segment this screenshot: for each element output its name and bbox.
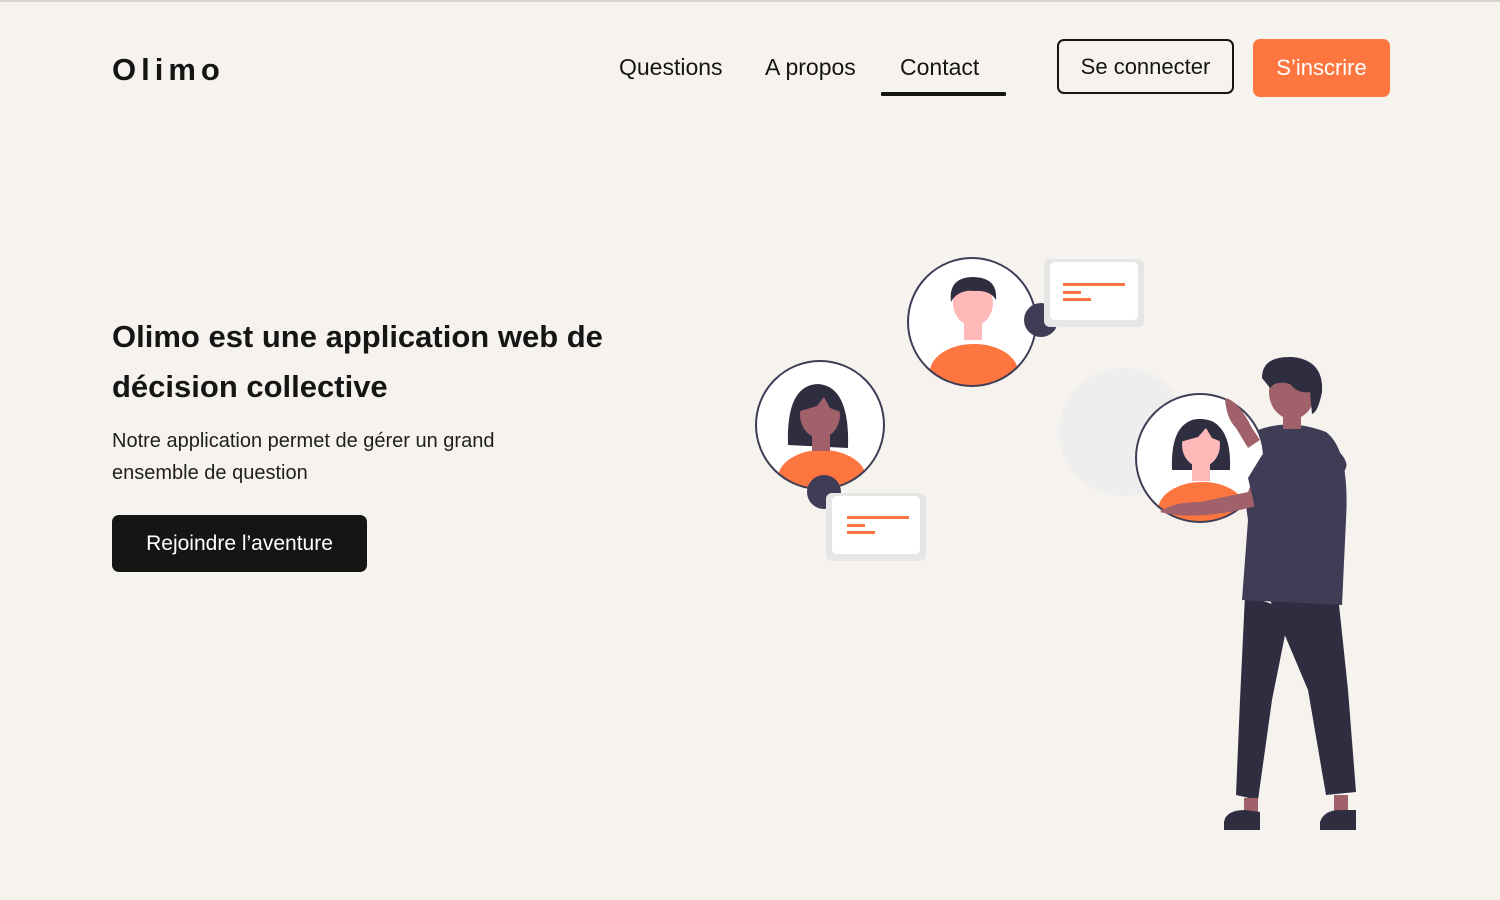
- people-collaboration-illustration: [755, 257, 1356, 830]
- join-adventure-button[interactable]: Rejoindre l’aventure: [112, 515, 367, 572]
- login-button[interactable]: Se connecter: [1057, 39, 1234, 94]
- top-border: [0, 0, 1500, 2]
- nav-link-contact[interactable]: Contact: [900, 54, 979, 81]
- signup-button[interactable]: S’inscrire: [1253, 39, 1390, 97]
- logo[interactable]: Olimo: [112, 52, 225, 88]
- message-card-top: [1044, 259, 1144, 327]
- hero-subtitle: Notre application permet de gérer un gra…: [112, 430, 495, 484]
- nav-link-questions[interactable]: Questions: [619, 54, 723, 81]
- active-nav-indicator: [881, 92, 1006, 96]
- message-card-bottom: [826, 493, 926, 561]
- avatar-man: [907, 257, 1058, 387]
- nav-link-a-propos[interactable]: A propos: [765, 54, 856, 81]
- hero-title: Olimo est une application web de décisio…: [112, 319, 603, 404]
- avatar-woman-left: [755, 360, 885, 509]
